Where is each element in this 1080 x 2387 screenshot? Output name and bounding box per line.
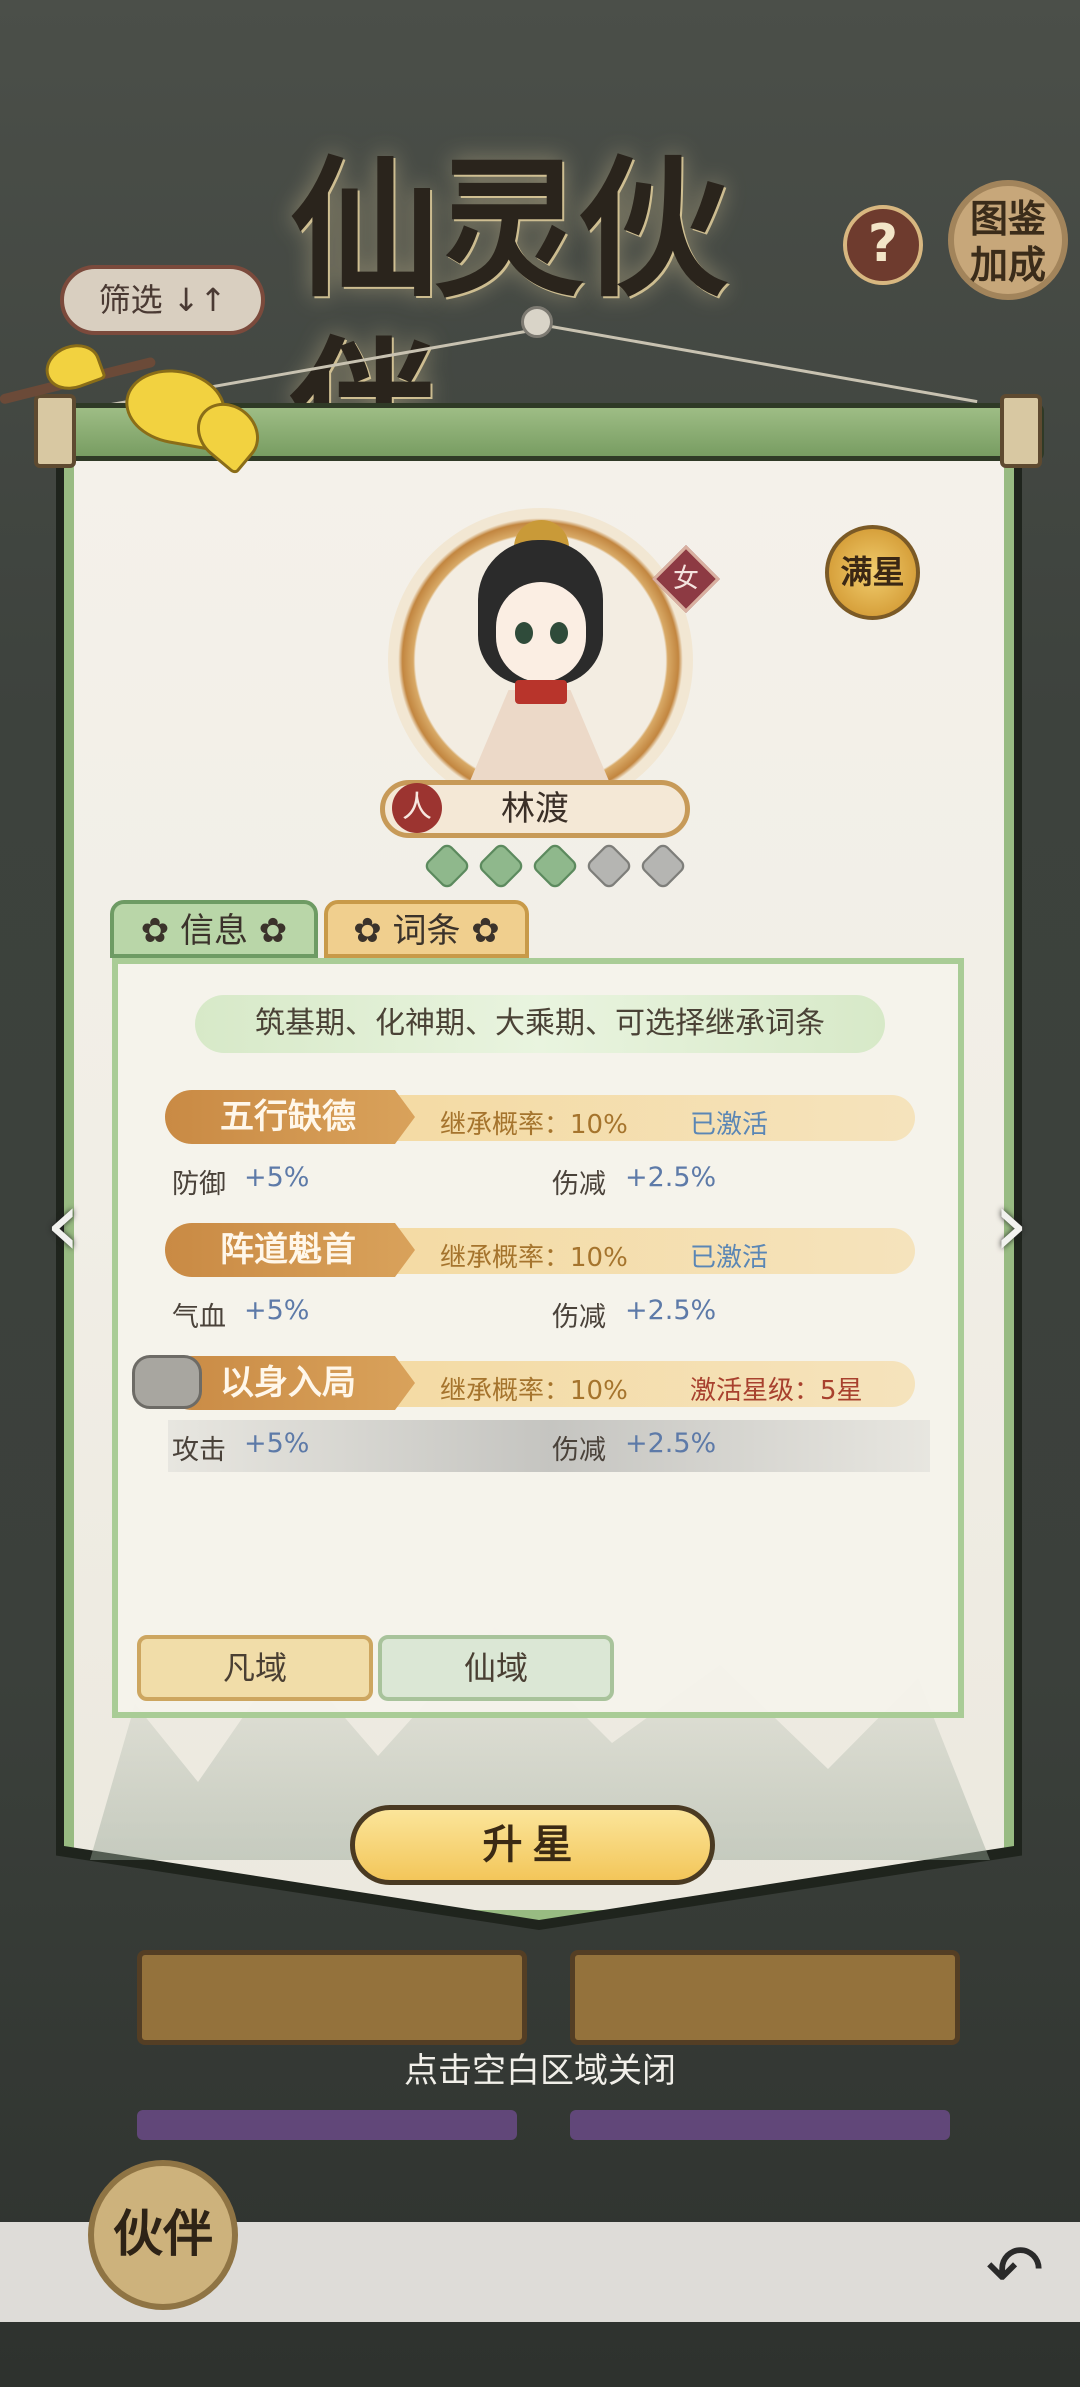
atlas-bonus-label: 图鉴 加成 <box>969 196 1046 287</box>
tab-traits[interactable]: ✿ 词条 ✿ <box>324 900 529 958</box>
inherit-info-banner: 筑基期、化神期、大乘期、可选择继承词条 <box>195 995 885 1053</box>
race-badge: 人 <box>392 783 442 833</box>
stat-label: 防御 <box>172 1169 226 1200</box>
filter-button[interactable]: 筛选 ↓↑ <box>60 265 265 335</box>
star-rating <box>422 841 688 891</box>
tab-info[interactable]: ✿ 信息 ✿ <box>110 900 318 958</box>
trait-name: 以身入局 <box>165 1356 415 1410</box>
trait-status: 已激活 <box>690 1243 769 1273</box>
traits-content-box <box>112 958 964 1718</box>
trait-status: 已激活 <box>690 1110 769 1140</box>
tab-immortal-realm[interactable]: 仙域 <box>378 1635 614 1701</box>
stat-value: +2.5% <box>625 1428 717 1459</box>
stat-value: +2.5% <box>625 1295 717 1326</box>
star-unlit-icon <box>638 841 688 891</box>
stat-label: 伤减 <box>552 1435 606 1466</box>
portrait-eye <box>515 622 533 644</box>
trait-inherit-rate: 继承概率：10% <box>440 1376 628 1406</box>
atlas-bonus-button[interactable]: 图鉴 加成 <box>948 180 1068 300</box>
background-partner-card <box>570 2110 950 2140</box>
stat-label: 攻击 <box>172 1435 226 1466</box>
stat-label: 伤减 <box>552 1169 606 1200</box>
star-lit-icon <box>530 841 580 891</box>
trait-inherit-rate: 继承概率：10% <box>440 1110 628 1140</box>
star-unlit-icon <box>584 841 634 891</box>
background-partner-card <box>137 2110 517 2140</box>
stat-value: +5% <box>244 1162 310 1193</box>
lock-icon <box>132 1355 202 1409</box>
background-partner-card <box>137 1950 527 2045</box>
stat-value: +2.5% <box>625 1162 717 1193</box>
page-title: 仙灵伙伴 <box>290 142 728 498</box>
trait-inherit-rate: 继承概率：10% <box>440 1243 628 1273</box>
close-hint[interactable]: 点击空白区域关闭 <box>0 2043 1080 2092</box>
stat-label: 伤减 <box>552 1302 606 1333</box>
help-button[interactable]: ? <box>843 205 923 285</box>
trait-status: 激活星级：5星 <box>690 1376 863 1406</box>
stat-value: +5% <box>244 1295 310 1326</box>
partner-name: 林渡 <box>501 789 569 829</box>
scroll-rod-end <box>1000 394 1042 468</box>
stat-value: +5% <box>244 1428 310 1459</box>
trait-name: 五行缺德 <box>165 1090 415 1144</box>
partner-portrait-face <box>496 582 586 682</box>
trait-name: 阵道魁首 <box>165 1223 415 1277</box>
hanging-nail <box>521 306 553 338</box>
portrait-collar <box>515 680 567 704</box>
max-star-badge: 满星 <box>825 525 920 620</box>
stat-label: 气血 <box>172 1302 226 1333</box>
scroll-rod-end <box>34 394 76 468</box>
star-lit-icon <box>422 841 472 891</box>
background-partner-card <box>570 1950 960 2045</box>
hanging-rope <box>533 322 978 404</box>
portrait-eye <box>550 622 568 644</box>
next-partner-arrow-icon[interactable]: › <box>976 1180 1046 1270</box>
gender-label: 女 <box>672 564 699 594</box>
prev-partner-arrow-icon[interactable]: ‹ <box>28 1180 98 1270</box>
partner-logo-icon: 伙伴 <box>88 2160 238 2310</box>
star-lit-icon <box>476 841 526 891</box>
back-button-icon[interactable]: ↶ <box>960 2225 1070 2315</box>
upgrade-star-button[interactable]: 升星 <box>350 1805 715 1885</box>
tab-mortal-realm[interactable]: 凡域 <box>137 1635 373 1701</box>
